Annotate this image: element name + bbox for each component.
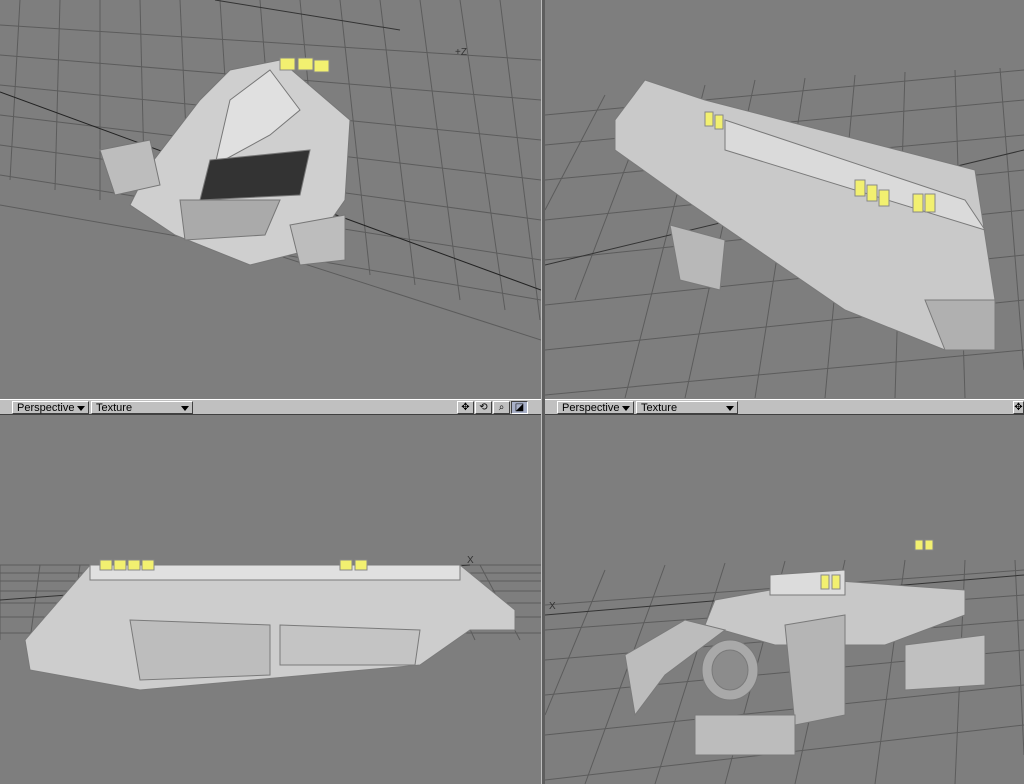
shading-mode-dropdown[interactable]: Texture: [636, 401, 738, 414]
view-mode-dropdown[interactable]: Perspective: [12, 401, 89, 414]
rotate-view-button[interactable]: ⟲: [475, 401, 492, 414]
rotate-view-icon: ⟲: [479, 402, 488, 413]
viewport-bottom-right[interactable]: X: [545, 415, 1024, 784]
shading-mode-label: Texture: [96, 402, 133, 414]
chevron-down-icon: [726, 406, 734, 411]
move-view-icon: ✥: [461, 402, 470, 413]
chevron-down-icon: [622, 406, 630, 411]
view-mode-dropdown[interactable]: Perspective: [557, 401, 634, 414]
shading-mode-dropdown[interactable]: Texture: [91, 401, 193, 414]
grid-floor: [545, 67, 1024, 398]
grid-floor: [545, 539, 1024, 784]
view-mode-label: Perspective: [562, 402, 620, 414]
axis-label: X: [549, 601, 556, 612]
grid-floor: [0, 559, 541, 691]
viewport-top-left[interactable]: +Z: [0, 0, 541, 398]
zoom-view-button[interactable]: ⌕: [493, 401, 510, 414]
chevron-down-icon: [77, 406, 85, 411]
move-view-button[interactable]: ✥: [1013, 401, 1024, 414]
move-view-button[interactable]: ✥: [457, 401, 474, 414]
zoom-view-icon: ⌕: [498, 402, 505, 413]
axis-label: +Z: [455, 47, 467, 58]
grid-floor: [0, 0, 541, 341]
viewport-header-bottom-right: Perspective Texture ✥: [545, 399, 1024, 415]
view-mode-label: Perspective: [17, 402, 75, 414]
axis-label: X: [467, 555, 474, 566]
maximize-view-icon: ◪: [514, 402, 525, 413]
maximize-view-button[interactable]: ◪: [511, 401, 528, 414]
viewport-bottom-left[interactable]: X: [0, 415, 541, 784]
viewport-header-bottom-left: Perspective Texture ✥ ⟲ ⌕ ◪: [0, 399, 541, 415]
viewport-top-right[interactable]: [545, 0, 1024, 398]
move-view-icon: ✥: [1014, 402, 1023, 413]
shading-mode-label: Texture: [641, 402, 678, 414]
chevron-down-icon: [181, 406, 189, 411]
